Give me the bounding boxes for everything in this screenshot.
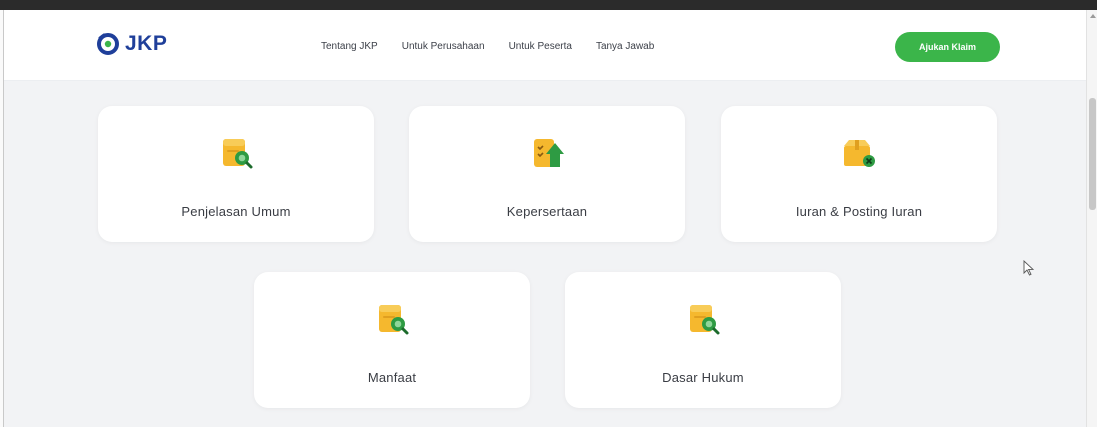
folder-search-icon — [690, 305, 720, 335]
site-logo[interactable]: JKP — [96, 32, 167, 56]
logo-text: JKP — [125, 32, 168, 55]
scrollbar-thumb[interactable] — [1089, 98, 1096, 210]
scroll-up-arrow-icon[interactable] — [1090, 14, 1096, 18]
card-label: Dasar Hukum — [662, 370, 744, 385]
card-penjelasan-umum[interactable]: Penjelasan Umum — [98, 106, 374, 242]
site-header: JKP Tentang JKP Untuk Perusahaan Untuk P… — [4, 10, 1086, 81]
card-dasar-hukum[interactable]: Dasar Hukum — [565, 272, 841, 408]
box-check-icon — [844, 140, 875, 167]
main-nav: Tentang JKP Untuk Perusahaan Untuk Peser… — [321, 41, 678, 52]
ajukan-klaim-button[interactable]: Ajukan Klaim — [895, 32, 1000, 62]
card-label: Manfaat — [367, 370, 417, 385]
jkp-logo-icon — [97, 33, 119, 55]
page-viewport: JKP Tentang JKP Untuk Perusahaan Untuk P… — [4, 10, 1086, 427]
nav-untuk-perusahaan[interactable]: Untuk Perusahaan — [402, 41, 485, 52]
folder-search-icon — [379, 305, 409, 335]
card-label: Iuran & Posting Iuran — [795, 204, 923, 219]
browser-top-bar — [0, 0, 1097, 10]
mouse-cursor-icon — [1023, 260, 1035, 276]
card-label: Kepersertaan — [506, 204, 588, 219]
card-label: Penjelasan Umum — [181, 204, 291, 219]
card-iuran-posting-iuran[interactable]: Iuran & Posting Iuran — [721, 106, 997, 242]
nav-tanya-jawab[interactable]: Tanya Jawab — [596, 41, 654, 52]
checklist-arrow-icon — [534, 139, 564, 167]
vertical-scrollbar[interactable] — [1086, 10, 1097, 427]
nav-untuk-peserta[interactable]: Untuk Peserta — [509, 41, 572, 52]
card-manfaat[interactable]: Manfaat — [254, 272, 530, 408]
folder-search-icon — [223, 139, 253, 169]
card-kepersertaan[interactable]: Kepersertaan — [409, 106, 685, 242]
nav-tentang-jkp[interactable]: Tentang JKP — [321, 41, 378, 52]
